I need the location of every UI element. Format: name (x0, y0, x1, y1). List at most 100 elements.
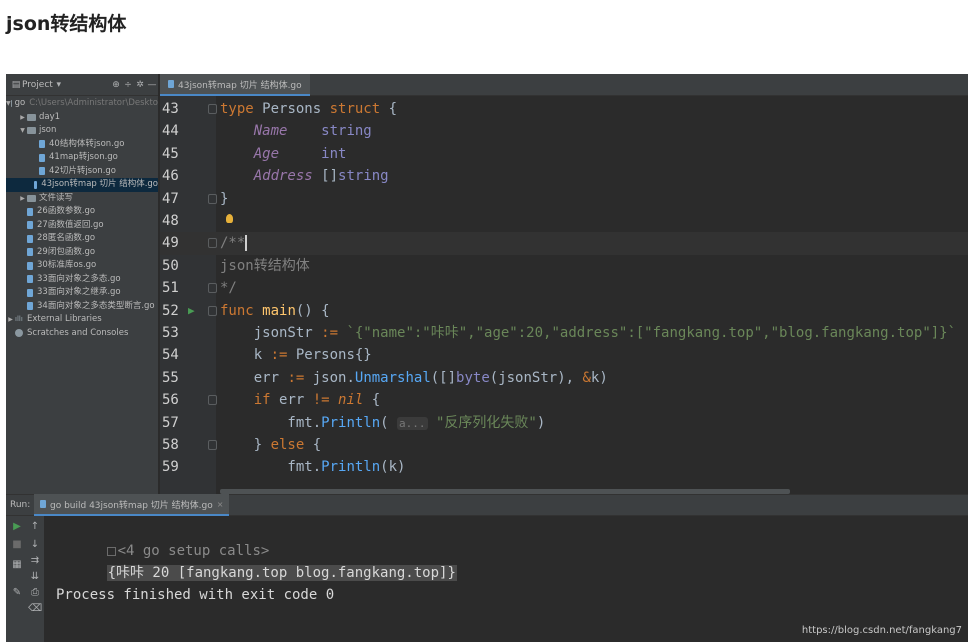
article-title: json转结构体 (6, 13, 127, 35)
code-line: 58 } else { (160, 434, 968, 456)
tree-item[interactable]: ▶ day1 (6, 111, 158, 125)
scratch-icon (15, 329, 23, 338)
text-caret (245, 235, 248, 252)
tree-item[interactable]: 30标准库os.go (6, 259, 158, 273)
run-tab[interactable]: go build 43json转map 切片 结构体.go × (34, 494, 230, 516)
tree-item-label: 42切片转json.go (49, 165, 116, 176)
console-setup-calls[interactable]: <4 go setup calls> (56, 518, 269, 559)
scroll-to-end-icon[interactable]: ⇊ (28, 570, 42, 584)
tree-item[interactable]: 43json转map 切片 结构体.go (6, 178, 158, 192)
rerun-icon[interactable]: ▶ (10, 520, 24, 534)
collapsed-arrow-icon[interactable]: ▶ (18, 192, 27, 206)
code-text: Name string (253, 123, 372, 140)
tree-item[interactable]: ▼ go C:\Users\Administrator\Deskto (6, 97, 158, 111)
code-line: 52 ▶ func main() { (160, 300, 968, 322)
code-text: Age int (253, 145, 347, 162)
tree-item[interactable]: ▼ json (6, 124, 158, 138)
go-file-icon (27, 302, 33, 311)
tree-item[interactable]: ▶ 文件读写 (6, 192, 158, 206)
print-icon[interactable]: ⎙ (28, 586, 42, 600)
scroll-down-icon[interactable]: ↓ (28, 538, 42, 552)
tree-item[interactable]: Scratches and Consoles (6, 327, 158, 341)
fold-icon[interactable] (208, 283, 217, 294)
fold-icon[interactable] (208, 238, 217, 249)
pin-icon[interactable]: ✎ (10, 586, 24, 600)
line-number: 43 (162, 101, 179, 117)
editor-tab-active[interactable]: 43json转map 切片 结构体.go (160, 74, 310, 96)
code-text: json转结构体 (220, 257, 310, 274)
dropdown-icon[interactable]: ▾ (53, 80, 65, 90)
editor-tabs: 43json转map 切片 结构体.go (160, 74, 968, 96)
project-panel-header: ▤ Project ▾ ⊕ ÷ ✲ — (6, 74, 158, 96)
soft-wrap-icon[interactable]: ⇉ (28, 554, 42, 568)
code-text: } (220, 190, 229, 207)
line-number: 58 (162, 437, 179, 453)
tree-item[interactable]: 40结构体转json.go (6, 138, 158, 152)
line-number: 48 (162, 213, 179, 229)
console-output-line: {咔咔 20 [fangkang.top blog.fangkang.top]} (56, 540, 457, 581)
folder-icon (27, 194, 36, 202)
tree-item-label: External Libraries (27, 314, 102, 324)
go-file-icon (27, 221, 33, 230)
collapsed-arrow-icon[interactable]: ▶ (6, 313, 15, 327)
code-text: /** (220, 235, 248, 252)
fold-icon[interactable] (208, 104, 217, 114)
tree-item[interactable]: 41map转json.go (6, 151, 158, 165)
go-file-icon (27, 275, 33, 284)
code-text: err := json.Unmarshal([]byte(jsonStr), &… (220, 369, 608, 386)
code-line: 56 if err != nil { (160, 389, 968, 411)
tree-item[interactable]: 33面向对象之继承.go (6, 286, 158, 300)
line-number: 54 (162, 347, 179, 364)
code-line: 51 */ (160, 277, 968, 299)
code-line: 49 /** (160, 232, 968, 255)
project-view-label[interactable]: Project (22, 80, 53, 90)
code-text: type Persons struct { (220, 101, 398, 117)
gear-icon[interactable]: ✲ (134, 80, 146, 90)
layout-icon[interactable]: ▦ (10, 558, 24, 572)
code-line: 43 type Persons struct { (160, 98, 968, 120)
hide-icon[interactable]: — (146, 80, 158, 90)
expanded-arrow-icon[interactable]: ▼ (18, 124, 27, 138)
run-console[interactable]: <4 go setup calls> {咔咔 20 [fangkang.top … (44, 516, 968, 642)
tree-item[interactable]: 27函数值返回.go (6, 219, 158, 233)
tree-item[interactable]: 29闭包函数.go (6, 246, 158, 260)
go-file-icon (168, 80, 174, 88)
code-line: 50 json转结构体 (160, 255, 968, 277)
close-icon[interactable]: × (217, 500, 224, 509)
code-line: 57 fmt.Println( a... "反序列化失败") (160, 412, 968, 434)
tree-item[interactable]: 26函数参数.go (6, 205, 158, 219)
lightbulb-icon[interactable] (226, 214, 233, 223)
collapsed-arrow-icon[interactable]: ▶ (18, 111, 27, 125)
locate-icon[interactable]: ⊕ (110, 80, 122, 90)
expanded-arrow-icon[interactable]: ▼ (6, 97, 11, 111)
code-editor[interactable]: 43 type Persons struct {44 Name string 45 … (160, 96, 968, 494)
ide-window: ▤ Project ▾ ⊕ ÷ ✲ — ▼ go C:\Users\Administ… (6, 74, 968, 642)
fold-icon[interactable] (208, 193, 217, 204)
fold-icon[interactable] (208, 395, 217, 406)
collapse-icon[interactable]: ÷ (122, 80, 134, 90)
project-view-icon[interactable]: ▤ (10, 80, 22, 90)
go-file-icon (39, 140, 45, 149)
code-text: fmt.Println( a... "反序列化失败") (220, 414, 546, 431)
run-gutter-icon[interactable]: ▶ (188, 300, 195, 322)
scroll-up-icon[interactable]: ↑ (28, 520, 42, 534)
tree-item-label: 34面向对象之多态类型断言.go (37, 300, 155, 311)
line-number: 44 (162, 123, 179, 140)
tree-item[interactable]: 28匿名函数.go (6, 232, 158, 246)
fold-icon[interactable] (208, 305, 217, 316)
tree-item-label: day1 (39, 111, 61, 122)
tree-item[interactable]: 42切片转json.go (6, 165, 158, 179)
line-number: 47 (162, 190, 179, 207)
tree-item[interactable]: ▶ ıllı External Libraries (6, 313, 158, 327)
run-toolbar: ▶ ↑ ■ ↓ ⇉ ▦ ⇊ ⎙ ✎ ⌫ (6, 516, 44, 642)
tree-item[interactable]: 33面向对象之多态.go (6, 273, 158, 287)
tree-item[interactable]: 34面向对象之多态类型断言.go (6, 300, 158, 314)
console-exit-line: Process finished with exit code 0 (56, 587, 335, 603)
fold-icon[interactable] (208, 440, 217, 450)
folder-icon (27, 113, 36, 121)
stop-icon[interactable]: ■ (10, 538, 24, 552)
trash-icon[interactable]: ⌫ (28, 602, 42, 616)
line-number: 51 (162, 280, 179, 297)
tree-item-label: 30标准库os.go (37, 260, 97, 270)
library-icon: ıllı (15, 315, 23, 323)
